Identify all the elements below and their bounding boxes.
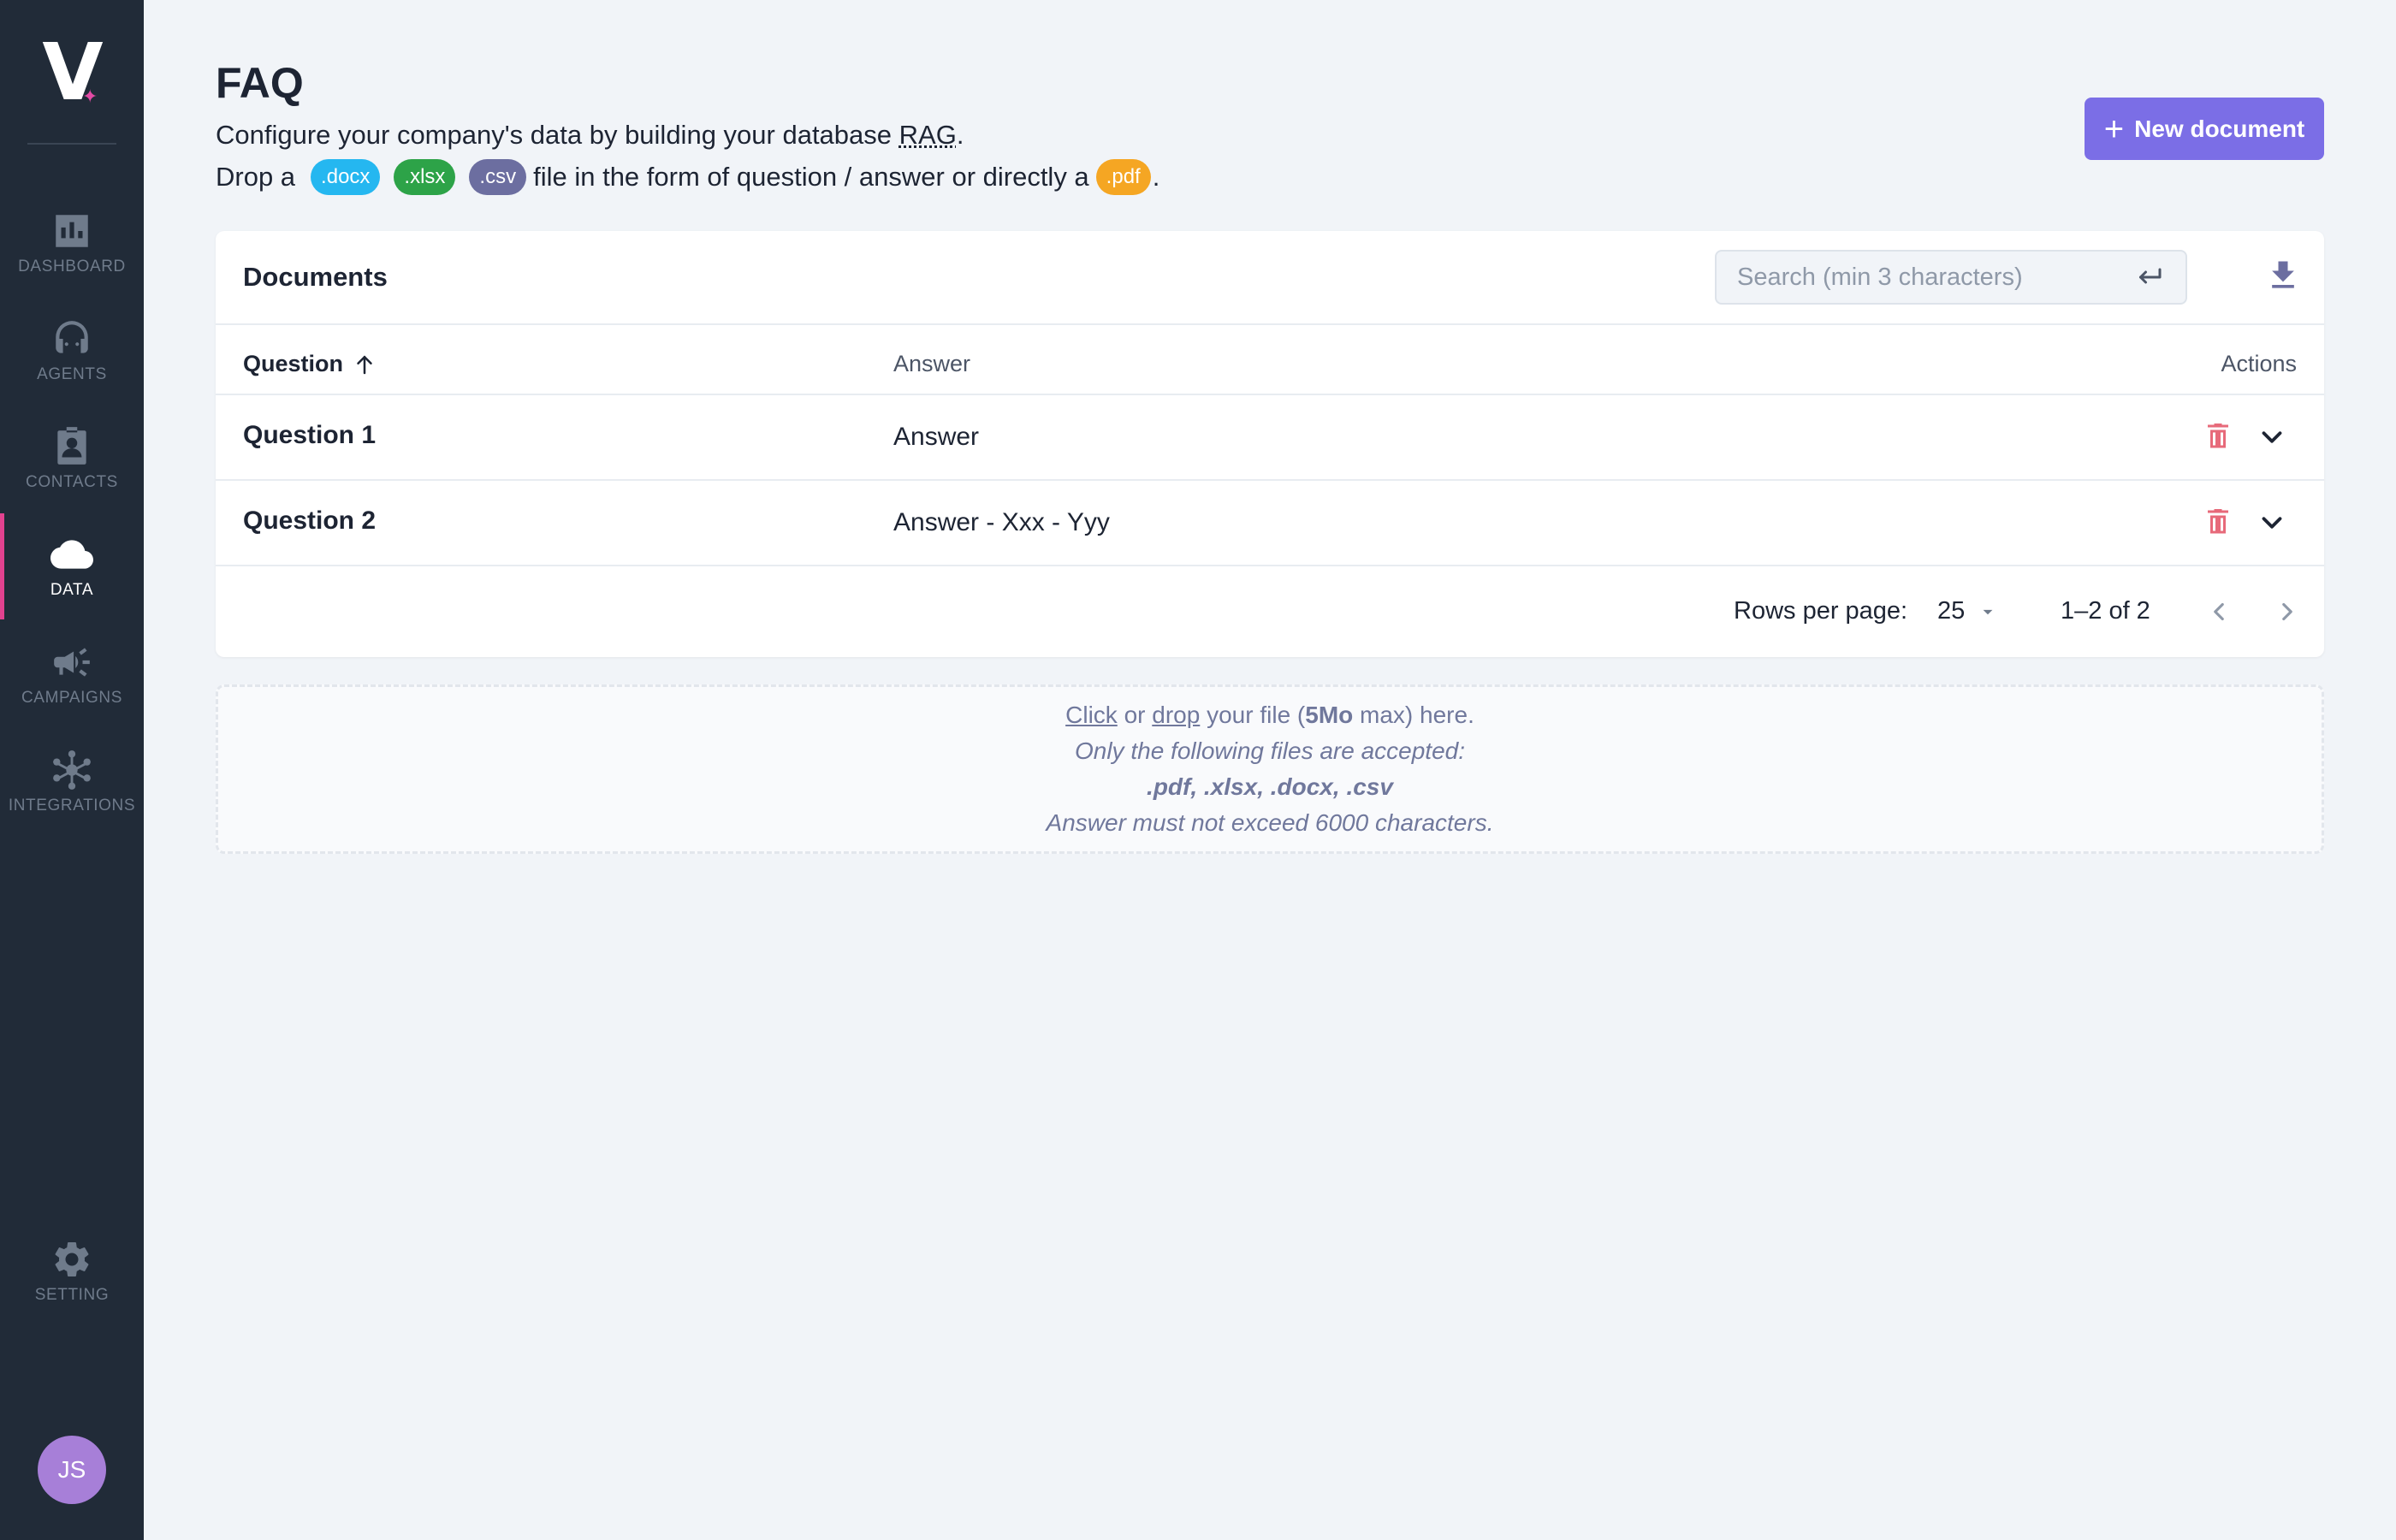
sidebar-item-setting[interactable]: SETTING — [0, 1218, 144, 1324]
network-icon — [53, 750, 91, 790]
column-header-actions: Actions — [2221, 351, 2297, 376]
dropzone-text: or — [1124, 702, 1146, 728]
new-document-button[interactable]: + New document — [2085, 98, 2324, 160]
drop-link[interactable]: drop — [1152, 702, 1200, 728]
description-text: Drop a — [216, 162, 296, 192]
chevron-right-icon[interactable] — [2273, 597, 2302, 626]
rag-abbr: RAG — [898, 120, 957, 150]
description-text: Configure your company's data by buildin… — [216, 120, 899, 150]
pagination-range: 1–2 of 2 — [2061, 597, 2150, 625]
sidebar: V ✦ DASHBOARD AGENTS CONTACTS DATA CAMPA… — [0, 0, 144, 1540]
bar-chart-icon — [56, 215, 88, 247]
file-dropzone[interactable]: Click or drop your file (5Mo max) here. … — [216, 684, 2324, 854]
arrow-up-icon — [357, 354, 372, 374]
docx-badge: .docx — [311, 159, 381, 195]
table-row: Question 2 Answer - Xxx - Yyy — [216, 481, 2324, 565]
cloud-icon — [50, 540, 93, 569]
plus-icon: + — [2103, 110, 2125, 148]
megaphone-icon — [54, 648, 90, 677]
sidebar-item-dashboard[interactable]: DASHBOARD — [0, 190, 144, 296]
documents-card: Documents Question Answer Actions Questi… — [216, 231, 2324, 657]
click-link[interactable]: Click — [1065, 702, 1118, 728]
csv-badge: .csv — [469, 159, 527, 195]
sidebar-item-label: DASHBOARD — [18, 258, 126, 275]
search-input[interactable] — [1737, 263, 2134, 292]
enter-icon[interactable] — [2134, 262, 2165, 293]
page-description-line2: Drop a .docx .xlsx .csv file in the form… — [216, 159, 1159, 195]
rows-per-page-select[interactable]: 25 — [1937, 597, 1999, 625]
xlsx-badge: .xlsx — [394, 159, 456, 195]
avatar[interactable]: JS — [38, 1436, 106, 1504]
chevron-down-icon[interactable] — [2256, 506, 2288, 539]
chevron-down-icon[interactable] — [2256, 421, 2288, 453]
dropzone-text: max) here. — [1360, 702, 1474, 728]
rows-per-page-value: 25 — [1937, 597, 1966, 625]
sidebar-item-label: CONTACTS — [26, 473, 118, 491]
rows-per-page-label: Rows per page: — [1734, 597, 1908, 625]
description-text: file in the form of question / answer or… — [533, 162, 1089, 192]
question-cell: Question 2 — [243, 506, 377, 535]
sidebar-item-label: CAMPAIGNS — [21, 689, 122, 707]
pdf-badge: .pdf — [1095, 159, 1151, 195]
sidebar-divider — [27, 143, 116, 145]
question-cell: Question 1 — [243, 421, 377, 449]
app-logo[interactable]: V ✦ — [0, 33, 144, 112]
sidebar-item-data[interactable]: DATA — [0, 513, 144, 619]
sidebar-item-label: SETTING — [34, 1286, 110, 1304]
column-header-label: Question — [243, 351, 344, 376]
sidebar-item-agents[interactable]: AGENTS — [0, 298, 144, 404]
gear-icon — [55, 1242, 89, 1276]
description-text: . — [956, 120, 964, 150]
search-box — [1715, 250, 2187, 305]
page-description-line1: Configure your company's data by buildin… — [216, 120, 964, 151]
description-text: . — [1152, 162, 1160, 192]
accepted-files-label: Only the following files are accepted: — [1074, 737, 1466, 764]
divider — [216, 323, 2324, 325]
sidebar-item-label: AGENTS — [37, 365, 107, 383]
column-header-question[interactable]: Question — [243, 351, 377, 377]
sidebar-item-label: INTEGRATIONS — [8, 797, 136, 814]
max-size: 5Mo — [1305, 702, 1354, 728]
dropzone-text: your file ( — [1207, 702, 1306, 728]
sidebar-item-integrations[interactable]: INTEGRATIONS — [0, 729, 144, 835]
sparkle-icon: ✦ — [82, 86, 98, 107]
sidebar-item-contacts[interactable]: CONTACTS — [0, 406, 144, 512]
divider — [216, 565, 2324, 566]
caret-down-icon — [1983, 609, 1993, 614]
new-document-label: New document — [2134, 115, 2305, 142]
sidebar-item-label: DATA — [50, 581, 94, 599]
column-header-answer: Answer — [893, 351, 971, 376]
page-title: FAQ — [216, 59, 304, 107]
headset-icon — [56, 321, 88, 353]
table-row: Question 1 Answer — [216, 395, 2324, 479]
trash-icon[interactable] — [2203, 421, 2233, 452]
accepted-file-types: .pdf, .xlsx, .docx, .csv — [1147, 773, 1393, 800]
dropzone-line1: Click or drop your file (5Mo max) here. — [1065, 697, 1474, 733]
download-icon[interactable] — [2264, 257, 2302, 294]
answer-cell: Answer - Xxx - Yyy — [893, 508, 1110, 536]
trash-icon[interactable] — [2203, 506, 2233, 537]
answer-cell: Answer — [893, 423, 980, 451]
contact-card-icon — [57, 427, 86, 465]
sidebar-item-campaigns[interactable]: CAMPAIGNS — [0, 621, 144, 727]
answer-limit-note: Answer must not exceed 6000 characters. — [1046, 809, 1494, 836]
documents-title: Documents — [243, 262, 388, 292]
chevron-left-icon[interactable] — [2204, 597, 2233, 626]
